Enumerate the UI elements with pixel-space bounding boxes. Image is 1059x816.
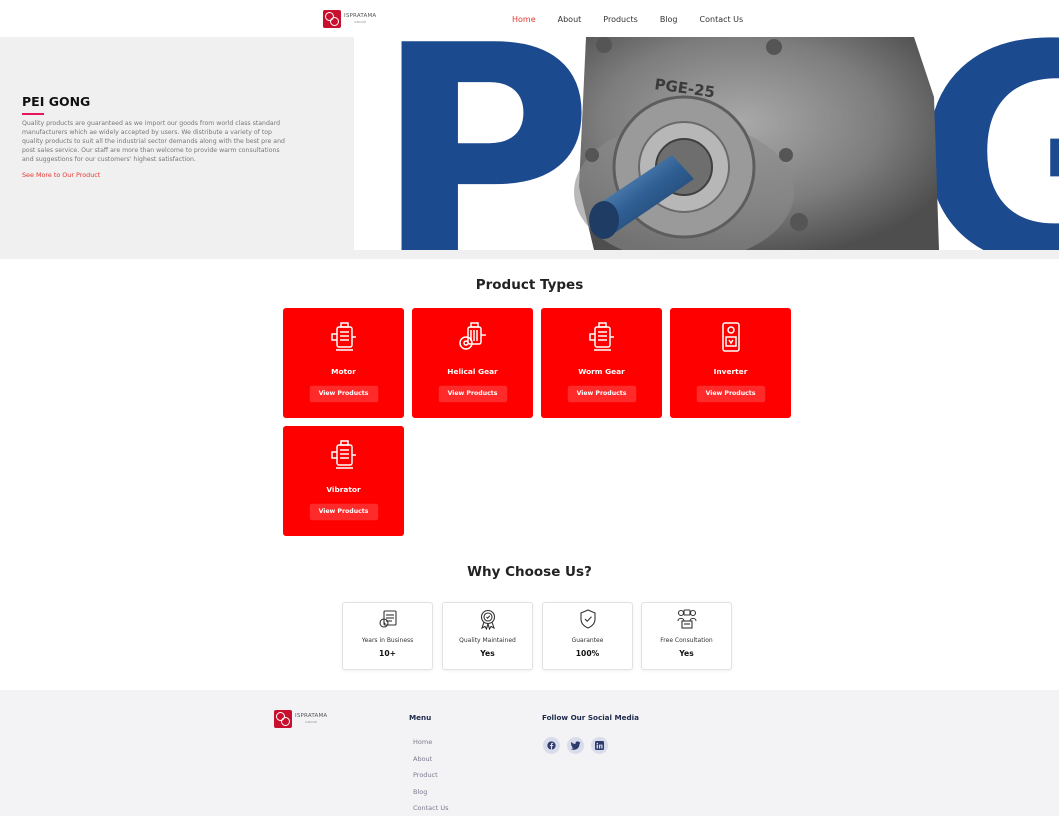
twitter-icon[interactable]	[567, 737, 584, 754]
view-products-button[interactable]: View Products	[309, 504, 378, 520]
hero-product-image: P G PGE-25	[354, 37, 1059, 250]
see-more-link[interactable]: See More to Our Product	[22, 171, 292, 179]
nav-about[interactable]: About	[558, 15, 582, 24]
motor-icon	[330, 322, 356, 351]
worm-gear-icon	[588, 322, 614, 351]
inverter-icon	[721, 322, 740, 352]
product-name: Inverter	[713, 367, 748, 376]
product-types-title: Product Types	[475, 277, 584, 293]
why-label: Years in Business	[361, 637, 414, 644]
hero-description: Quality products are guaranteed as we im…	[22, 120, 285, 164]
footer-link-contact-us[interactable]: Contact Us	[413, 800, 449, 816]
footer-link-product[interactable]: Product	[413, 767, 449, 784]
product-name: Helical Gear	[447, 367, 498, 376]
site-footer: ISPRATAMA GROUP Menu Home About Product …	[0, 690, 1059, 816]
view-products-button[interactable]: View Products	[567, 386, 636, 402]
why-card-guarantee: Guarantee 100%	[542, 602, 633, 670]
product-name: Vibrator	[326, 485, 361, 494]
calendar-icon	[378, 610, 397, 628]
product-name: Worm Gear	[578, 367, 625, 376]
footer-logo[interactable]: ISPRATAMA GROUP	[274, 710, 327, 728]
nav-products[interactable]: Products	[603, 15, 638, 24]
footer-link-about[interactable]: About	[413, 751, 449, 768]
nav-contact-us[interactable]: Contact Us	[700, 15, 744, 24]
footer-social-title: Follow Our Social Media	[542, 713, 639, 722]
logo-subtext: GROUP	[354, 19, 367, 24]
logo-mark-icon	[274, 710, 292, 728]
hero-text-block: PEI GONG Quality products are guaranteed…	[22, 94, 292, 179]
hero-underline	[22, 113, 44, 115]
shield-icon	[579, 609, 596, 629]
hero-title: PEI GONG	[22, 94, 91, 109]
why-label: Quality Maintained	[459, 637, 516, 644]
why-card-quality: Quality Maintained Yes	[442, 602, 533, 670]
why-value: Yes	[480, 649, 495, 658]
footer-menu-title: Menu	[409, 713, 432, 722]
header-logo[interactable]: ISPRATAMA GROUP	[323, 10, 376, 28]
hero-banner: PEI GONG Quality products are guaranteed…	[0, 37, 1059, 259]
helical-gear-icon	[458, 322, 486, 350]
award-icon	[480, 609, 495, 630]
linkedin-icon[interactable]	[591, 737, 608, 754]
nav-blog[interactable]: Blog	[660, 15, 678, 24]
why-choose-us-title: Why Choose Us?	[467, 564, 592, 580]
why-card-years: Years in Business 10+	[342, 602, 433, 670]
why-value: 100%	[575, 649, 600, 658]
footer-menu: Home About Product Blog Contact Us	[413, 734, 449, 816]
footer-link-blog[interactable]: Blog	[413, 784, 449, 801]
consultation-icon	[676, 609, 697, 629]
gear-motor-illustration: PGE-25	[574, 37, 939, 250]
logo-mark-icon	[323, 10, 341, 28]
view-products-button[interactable]: View Products	[309, 386, 378, 402]
view-products-button[interactable]: View Products	[438, 386, 507, 402]
why-label: Guarantee	[571, 637, 604, 644]
product-card-motor: Motor View Products	[283, 308, 404, 418]
site-header: ISPRATAMA GROUP Home About Products Blog…	[0, 0, 1059, 37]
why-card-consultation: Free Consultation Yes	[641, 602, 732, 670]
facebook-icon[interactable]	[543, 737, 560, 754]
product-card-inverter: Inverter View Products	[670, 308, 791, 418]
vibrator-icon	[330, 440, 356, 469]
why-value: Yes	[679, 649, 694, 658]
product-card-vibrator: Vibrator View Products	[283, 426, 404, 536]
product-card-worm-gear: Worm Gear View Products	[541, 308, 662, 418]
nav-home[interactable]: Home	[512, 15, 536, 24]
product-name: Motor	[331, 367, 356, 376]
main-nav: Home About Products Blog Contact Us	[512, 15, 765, 24]
why-label: Free Consultation	[660, 637, 713, 644]
why-value: 10+	[379, 649, 396, 658]
footer-link-home[interactable]: Home	[413, 734, 449, 751]
logo-text: ISPRATAMA	[295, 713, 328, 720]
view-products-button[interactable]: View Products	[696, 386, 765, 402]
logo-subtext: GROUP	[305, 719, 318, 724]
logo-text: ISPRATAMA	[344, 13, 377, 20]
product-card-helical-gear: Helical Gear View Products	[412, 308, 533, 418]
